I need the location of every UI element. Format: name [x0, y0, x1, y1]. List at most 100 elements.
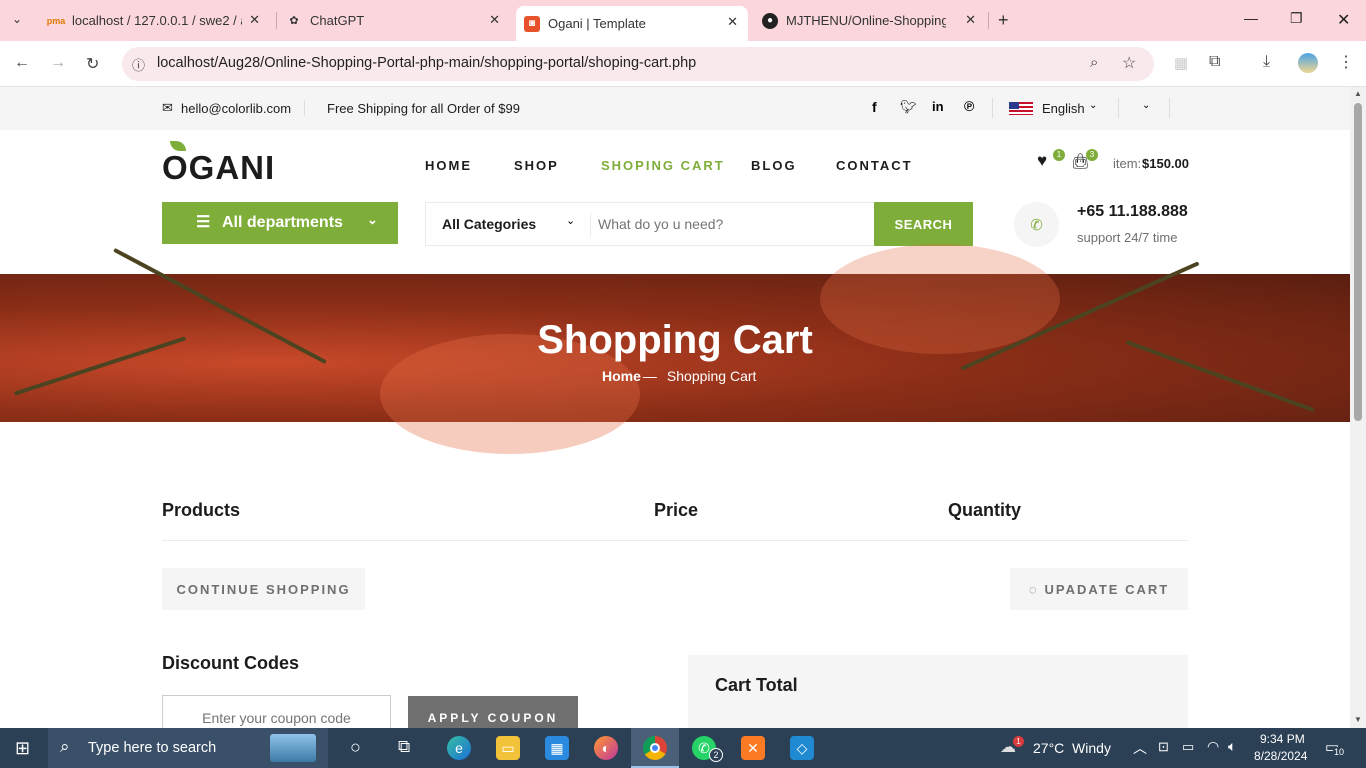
tab-github[interactable]: ● MJTHENU/Online-Shopping: Po ✕ [754, 0, 986, 41]
browser-menu-icon[interactable]: ⋮ [1338, 52, 1354, 72]
github-icon: ● [762, 12, 778, 29]
continue-shopping-button[interactable]: CONTINUE SHOPPING [162, 568, 365, 610]
top-info-bar: ✉ hello@colorlib.com Free Shipping for a… [0, 87, 1350, 130]
minimize-icon[interactable]: — [1244, 10, 1258, 26]
battery-icon[interactable]: ▭ [1182, 739, 1194, 755]
clock-time[interactable]: 9:34 PM [1260, 732, 1305, 746]
login-chevron-icon[interactable]: ⌄ [1142, 100, 1150, 111]
email-text: hello@colorlib.com [181, 101, 292, 116]
restore-icon[interactable]: ❐ [1290, 10, 1303, 27]
forward-icon[interactable]: → [50, 54, 66, 72]
file-explorer-icon[interactable]: ▭ [496, 736, 520, 760]
download-icon[interactable]: ⤓ [1263, 53, 1270, 71]
window-close-icon[interactable]: ✕ [1337, 10, 1350, 30]
quantity-header: Quantity [948, 500, 1022, 520]
search-icon: ⌕ [60, 737, 70, 756]
support-text: support 24/7 time [1077, 230, 1178, 245]
edge-icon[interactable]: e [447, 736, 471, 760]
update-cart-label: UPADATE CART [1044, 581, 1170, 597]
nav-contact[interactable]: CONTACT [836, 158, 913, 173]
update-cart-button[interactable]: ◌ UPADATE CART [1010, 568, 1188, 610]
omnibox[interactable]: ⓘ localhost/Aug28/Online-Shopping-Portal… [122, 47, 1154, 81]
windows-taskbar: ⊞ ⌕ Type here to search ○ ⧉ e ▭ ▦ ◐ ✆ 2 … [0, 728, 1366, 768]
notification-count: 10 [1333, 747, 1346, 757]
apply-coupon-button[interactable]: APPLY COUPON [408, 696, 578, 728]
chevron-down-icon[interactable]: ⌄ [566, 214, 575, 227]
zoom-icon[interactable]: ⌕ [1090, 54, 1098, 71]
close-icon[interactable]: ✕ [727, 14, 738, 30]
back-icon[interactable]: ← [14, 54, 30, 72]
firefox-icon[interactable]: ◐ [594, 736, 618, 760]
tab-phpmyadmin[interactable]: pma localhost / 127.0.0.1 / swe2 / ac ✕ [40, 0, 270, 41]
clock-date[interactable]: 8/28/2024 [1254, 749, 1307, 763]
whatsapp-badge: 2 [709, 748, 723, 762]
scroll-up-icon[interactable]: ▲ [1354, 89, 1362, 98]
breadcrumb-home[interactable]: Home [602, 368, 641, 384]
scrollbar-thumb[interactable] [1354, 103, 1362, 421]
xampp-icon[interactable]: ✕ [741, 736, 765, 760]
search-input[interactable] [598, 207, 868, 241]
mail-icon: ✉ [162, 100, 173, 115]
windows-start-icon[interactable]: ⊞ [15, 738, 30, 759]
meet-icon[interactable]: ⊡ [1158, 739, 1169, 755]
tab-title: ChatGPT [310, 13, 365, 28]
scroll-down-icon[interactable]: ▼ [1354, 715, 1362, 724]
nav-blog[interactable]: BLOG [751, 158, 797, 173]
tab-title: MJTHENU/Online-Shopping: Po [786, 13, 946, 28]
products-header: Products [162, 500, 241, 520]
table-divider [162, 540, 1188, 541]
heart-icon[interactable]: ♥ [1037, 151, 1047, 171]
bookmark-star-icon[interactable]: ☆ [1122, 53, 1136, 73]
all-departments-button[interactable]: ☰ All departments ⌄ [162, 202, 398, 244]
scrollbar[interactable]: ▲ ▼ [1350, 87, 1366, 728]
item-total: $150.00 [1142, 156, 1189, 171]
linkedin-icon[interactable]: in [932, 99, 944, 114]
reload-icon[interactable]: ↻ [86, 54, 99, 74]
url-text[interactable]: localhost/Aug28/Online-Shopping-Portal-p… [157, 55, 696, 71]
hero-title: Shopping Cart [537, 318, 813, 362]
close-icon[interactable]: ✕ [489, 12, 500, 28]
tab-chatgpt[interactable]: ✿ ChatGPT ✕ [278, 0, 510, 41]
tab-search-icon[interactable]: ⌄ [12, 12, 22, 26]
taskbar-search[interactable]: ⌕ Type here to search [48, 728, 328, 768]
phone-icon: ✆ [1014, 202, 1059, 247]
chevron-up-icon[interactable]: ︿ [1133, 738, 1147, 758]
nav-shop[interactable]: SHOP [514, 158, 559, 173]
chrome-icon[interactable] [643, 736, 667, 760]
ogani-icon: ◙ [524, 15, 540, 32]
facebook-icon[interactable]: f [872, 99, 877, 115]
refresh-icon: ◌ [1028, 581, 1039, 597]
volume-icon[interactable]: 🔈︎ [1228, 738, 1236, 755]
vscode-icon[interactable]: ◇ [790, 736, 814, 760]
wifi-icon[interactable]: ◠ [1207, 738, 1219, 755]
logo[interactable]: OGANI [162, 141, 276, 186]
pinterest-icon[interactable]: ℗ [964, 98, 974, 114]
task-view-icon[interactable]: ⧉ [398, 737, 410, 757]
discount-title: Discount Codes [162, 653, 300, 673]
logo-text: OGANI [162, 149, 276, 186]
cart-total-title: Cart Total [715, 675, 798, 695]
close-icon[interactable]: ✕ [249, 12, 260, 28]
profile-avatar[interactable] [1298, 53, 1318, 73]
extensions-icon[interactable]: ⧉ [1209, 53, 1220, 71]
twitter-icon[interactable]: 🐦︎ [900, 99, 917, 115]
extension-blank-icon[interactable]: ▦ [1174, 54, 1188, 72]
nav-shopping-cart[interactable]: SHOPING CART [601, 158, 725, 173]
nav-home[interactable]: HOME [425, 158, 472, 173]
category-select[interactable]: All Categories [442, 216, 536, 232]
language-selector[interactable]: English [1042, 101, 1085, 116]
cortana-icon[interactable]: ○ [350, 737, 361, 758]
weather-badge: 1 [1013, 736, 1024, 747]
weather-text[interactable]: 27°C Windy [1033, 740, 1111, 756]
store-icon[interactable]: ▦ [545, 736, 569, 760]
us-flag-icon [1009, 102, 1033, 115]
search-button[interactable]: SEARCH [874, 202, 973, 246]
site-info-icon[interactable]: ⓘ [132, 55, 145, 74]
chevron-down-icon[interactable]: ⌄ [1089, 100, 1097, 111]
coupon-input[interactable] [162, 695, 391, 728]
close-icon[interactable]: ✕ [965, 12, 976, 28]
tab-ogani[interactable]: ◙ Ogani | Template ✕ [516, 6, 748, 41]
new-tab-icon[interactable]: + [998, 10, 1009, 31]
price-header: Price [654, 500, 699, 520]
page-viewport: ✉ hello@colorlib.com Free Shipping for a… [0, 87, 1350, 728]
